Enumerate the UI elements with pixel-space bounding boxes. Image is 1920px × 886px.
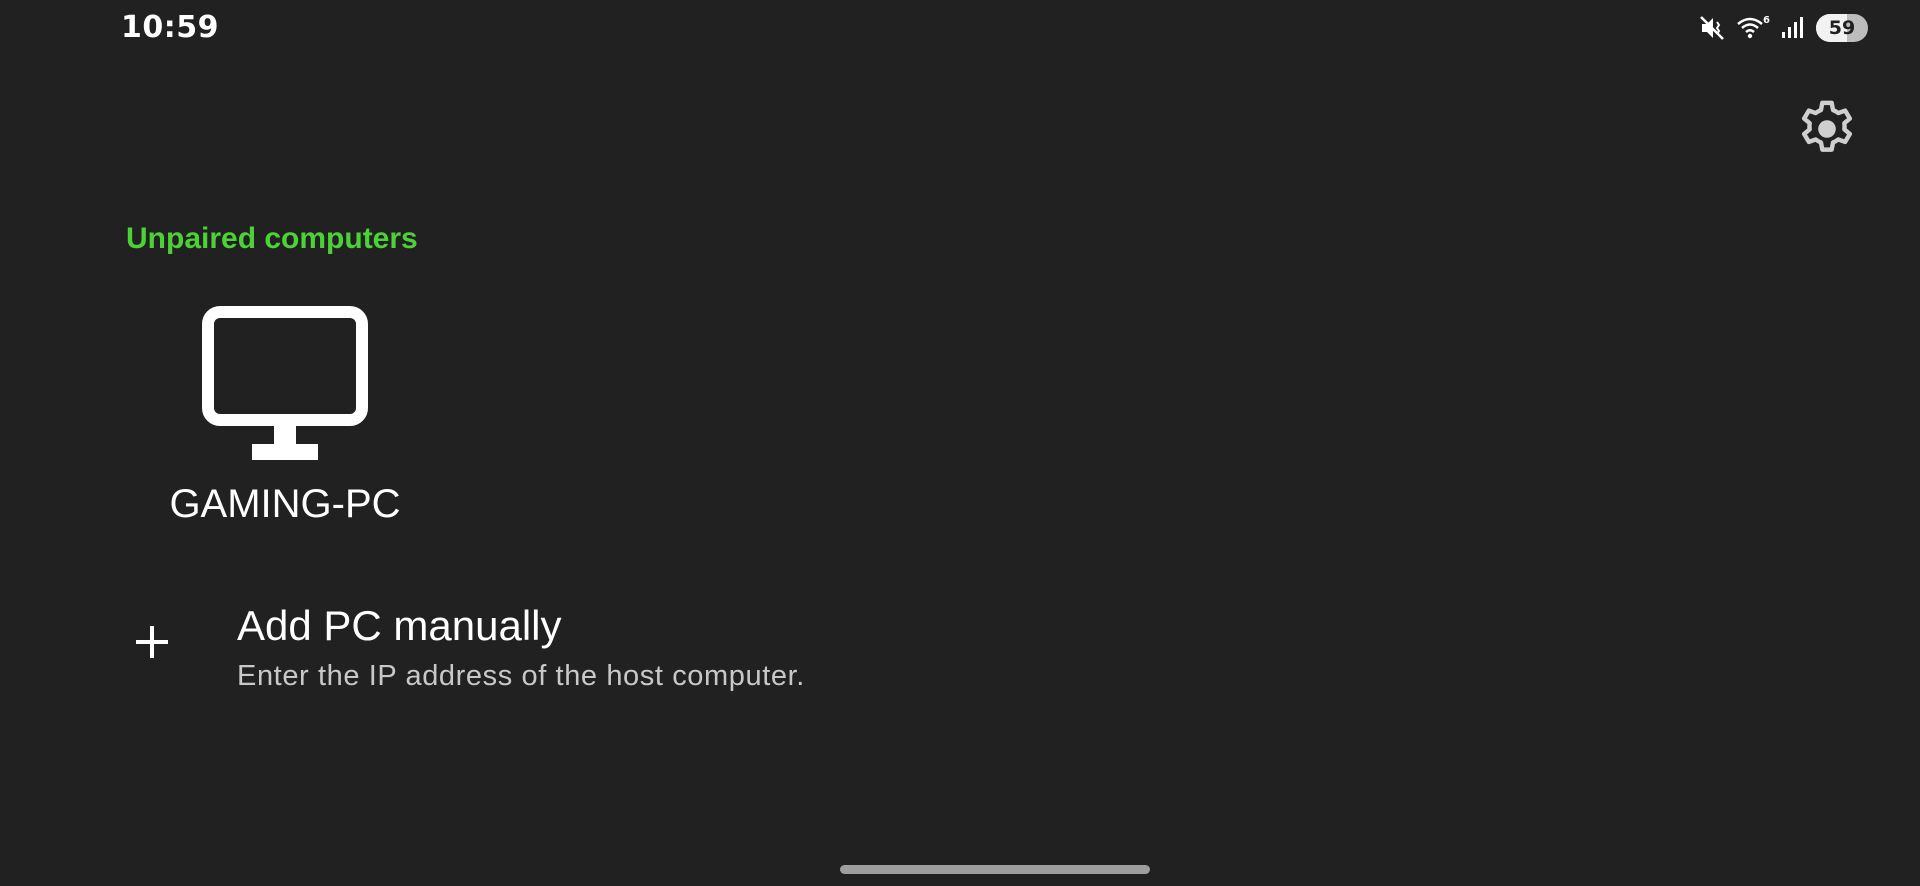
section-header-unpaired: Unpaired computers	[126, 222, 418, 255]
add-pc-title: Add PC manually	[237, 602, 562, 649]
pc-name: GAMING-PC	[169, 482, 401, 526]
pc-card-gaming-pc[interactable]: GAMING-PC	[150, 300, 420, 540]
cellular-signal-icon	[1780, 14, 1806, 42]
home-indicator[interactable]	[840, 865, 1150, 874]
battery-level: 59	[1828, 17, 1856, 39]
wifi-6-icon: 6	[1736, 14, 1770, 42]
settings-button[interactable]	[1790, 94, 1864, 168]
status-bar: 10:59 6 59	[0, 0, 1920, 56]
status-icons: 6 59	[1698, 12, 1868, 44]
status-time: 10:59	[121, 10, 219, 45]
add-pc-subtitle: Enter the IP address of the host compute…	[237, 660, 805, 692]
app-screen: 10:59 6 59 Unpaired computers GAMING-PC …	[0, 0, 1920, 886]
monitor-icon	[202, 306, 368, 467]
add-pc-manually-button[interactable]: Add PC manually Enter the IP address of …	[120, 590, 940, 710]
battery-indicator: 59	[1816, 14, 1868, 42]
svg-text:6: 6	[1763, 15, 1770, 26]
plus-icon	[134, 624, 170, 665]
gear-icon	[1794, 96, 1860, 167]
mute-vibrate-icon	[1698, 14, 1726, 42]
